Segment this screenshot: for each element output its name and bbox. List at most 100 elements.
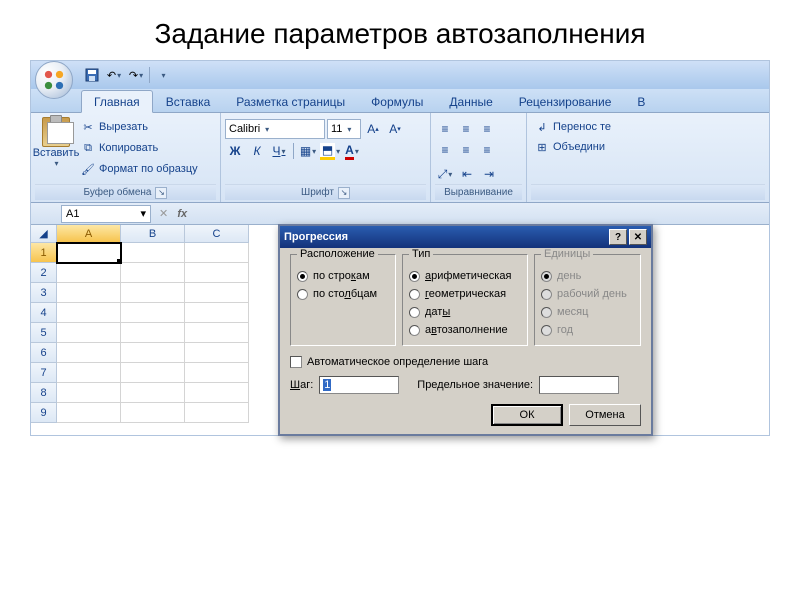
select-all-corner[interactable]: ◢ xyxy=(31,225,57,243)
clipboard-launcher-icon[interactable]: ↘ xyxy=(155,187,167,199)
radio-dates[interactable]: даты xyxy=(409,303,521,321)
help-button[interactable]: ? xyxy=(609,229,627,245)
save-icon[interactable] xyxy=(82,65,102,85)
align-left-icon[interactable]: ≡ xyxy=(435,140,455,160)
cell[interactable] xyxy=(121,243,185,263)
italic-button[interactable]: К xyxy=(247,141,267,161)
merge-button[interactable]: ⊞Объедини xyxy=(535,137,605,157)
align-top-icon[interactable]: ≡ xyxy=(435,119,455,139)
cell[interactable] xyxy=(57,403,121,423)
cell-a1[interactable] xyxy=(57,243,121,263)
cell[interactable] xyxy=(57,283,121,303)
ok-button[interactable]: ОК xyxy=(491,404,563,426)
col-header[interactable]: A xyxy=(57,225,121,243)
align-right-icon[interactable]: ≡ xyxy=(477,140,497,160)
cell[interactable] xyxy=(57,383,121,403)
cell[interactable] xyxy=(185,363,249,383)
autostep-checkbox[interactable]: Автоматическое определение шага xyxy=(290,356,641,368)
close-button[interactable]: ✕ xyxy=(629,229,647,245)
cell[interactable] xyxy=(185,263,249,283)
underline-button[interactable]: Ч▾ xyxy=(269,141,289,161)
cell[interactable] xyxy=(57,323,121,343)
shrink-font-icon[interactable]: A▾ xyxy=(385,119,405,139)
fill-color-button[interactable]: ⬒▾ xyxy=(320,141,340,161)
cell[interactable] xyxy=(121,303,185,323)
tab-home[interactable]: Главная xyxy=(81,90,153,113)
dialog-titlebar[interactable]: Прогрессия ? ✕ xyxy=(280,226,651,248)
inc-indent-icon[interactable]: ⇥ xyxy=(479,164,499,184)
row-header[interactable]: 6 xyxy=(31,343,57,363)
cell[interactable] xyxy=(185,243,249,263)
cancel-formula-icon[interactable]: ✕ xyxy=(159,207,168,220)
font-launcher-icon[interactable]: ↘ xyxy=(338,187,350,199)
radio-cols[interactable]: по столбцам xyxy=(297,285,389,303)
name-box[interactable]: A1▾ xyxy=(61,205,151,223)
cell[interactable] xyxy=(185,383,249,403)
copy-button[interactable]: ⧉Копировать xyxy=(81,138,198,158)
col-header[interactable]: B xyxy=(121,225,185,243)
limit-input[interactable] xyxy=(539,376,619,394)
orientation-icon[interactable]: ⤢▾ xyxy=(435,164,455,184)
undo-icon[interactable]: ↶▾ xyxy=(104,65,124,85)
bold-button[interactable]: Ж xyxy=(225,141,245,161)
dec-indent-icon[interactable]: ⇤ xyxy=(457,164,477,184)
row-header[interactable]: 4 xyxy=(31,303,57,323)
align-bot-icon[interactable]: ≡ xyxy=(477,119,497,139)
font-size-value: 11 xyxy=(331,123,342,135)
cell[interactable] xyxy=(121,263,185,283)
align-mid-icon[interactable]: ≡ xyxy=(456,119,476,139)
tab-insert[interactable]: Вставка xyxy=(153,90,224,112)
cell[interactable] xyxy=(185,283,249,303)
row-header[interactable]: 8 xyxy=(31,383,57,403)
tab-review[interactable]: Рецензирование xyxy=(506,90,625,112)
row-header[interactable]: 9 xyxy=(31,403,57,423)
radio-geo[interactable]: геометрическая xyxy=(409,285,521,303)
grow-font-icon[interactable]: A▴ xyxy=(363,119,383,139)
cell[interactable] xyxy=(121,383,185,403)
step-input[interactable]: 1 xyxy=(319,376,399,394)
cell[interactable] xyxy=(121,343,185,363)
tab-view[interactable]: В xyxy=(624,90,658,112)
office-button[interactable] xyxy=(35,61,73,99)
paste-button[interactable]: Вставить ▾ xyxy=(35,115,77,168)
cell[interactable] xyxy=(121,403,185,423)
cell[interactable] xyxy=(185,303,249,323)
row-header[interactable]: 2 xyxy=(31,263,57,283)
radio-arith[interactable]: арифметическая xyxy=(409,267,521,285)
tab-data[interactable]: Данные xyxy=(436,90,505,112)
cell[interactable] xyxy=(121,283,185,303)
cut-button[interactable]: ✂Вырезать xyxy=(81,117,198,137)
row-header[interactable]: 5 xyxy=(31,323,57,343)
format-painter-button[interactable]: 🖌Формат по образцу xyxy=(81,159,198,179)
fx-icon[interactable]: fx xyxy=(174,208,190,220)
cell[interactable] xyxy=(57,263,121,283)
cell[interactable] xyxy=(185,323,249,343)
cancel-button[interactable]: Отмена xyxy=(569,404,641,426)
cell[interactable] xyxy=(57,303,121,323)
radio-rows[interactable]: по строкам xyxy=(297,267,389,285)
qat-customize-icon[interactable]: ▾ xyxy=(153,65,173,85)
wrap-text-button[interactable]: ↲Перенос те xyxy=(535,117,611,137)
cell[interactable] xyxy=(121,323,185,343)
align-center-icon[interactable]: ≡ xyxy=(456,140,476,160)
tab-formulas[interactable]: Формулы xyxy=(358,90,436,112)
borders-button[interactable]: ▦▾ xyxy=(298,141,318,161)
radio-auto[interactable]: автозаполнение xyxy=(409,321,521,339)
cell[interactable] xyxy=(185,343,249,363)
font-name-combo[interactable]: Calibri▾ xyxy=(225,119,325,139)
row-header[interactable]: 3 xyxy=(31,283,57,303)
cell[interactable] xyxy=(185,403,249,423)
cell[interactable] xyxy=(121,363,185,383)
redo-icon[interactable]: ↷▾ xyxy=(126,65,146,85)
col-header[interactable]: C xyxy=(185,225,249,243)
cell[interactable] xyxy=(57,363,121,383)
cell[interactable] xyxy=(57,343,121,363)
tab-layout[interactable]: Разметка страницы xyxy=(223,90,358,112)
fill-handle[interactable] xyxy=(117,259,122,264)
row-header[interactable]: 7 xyxy=(31,363,57,383)
namebox-dropdown-icon[interactable]: ▾ xyxy=(140,207,146,220)
font-color-button[interactable]: A▾ xyxy=(342,141,362,161)
location-groupbox: Расположение по строкам по столбцам xyxy=(290,254,396,346)
font-size-combo[interactable]: 11▾ xyxy=(327,119,361,139)
row-header[interactable]: 1 xyxy=(31,243,57,263)
